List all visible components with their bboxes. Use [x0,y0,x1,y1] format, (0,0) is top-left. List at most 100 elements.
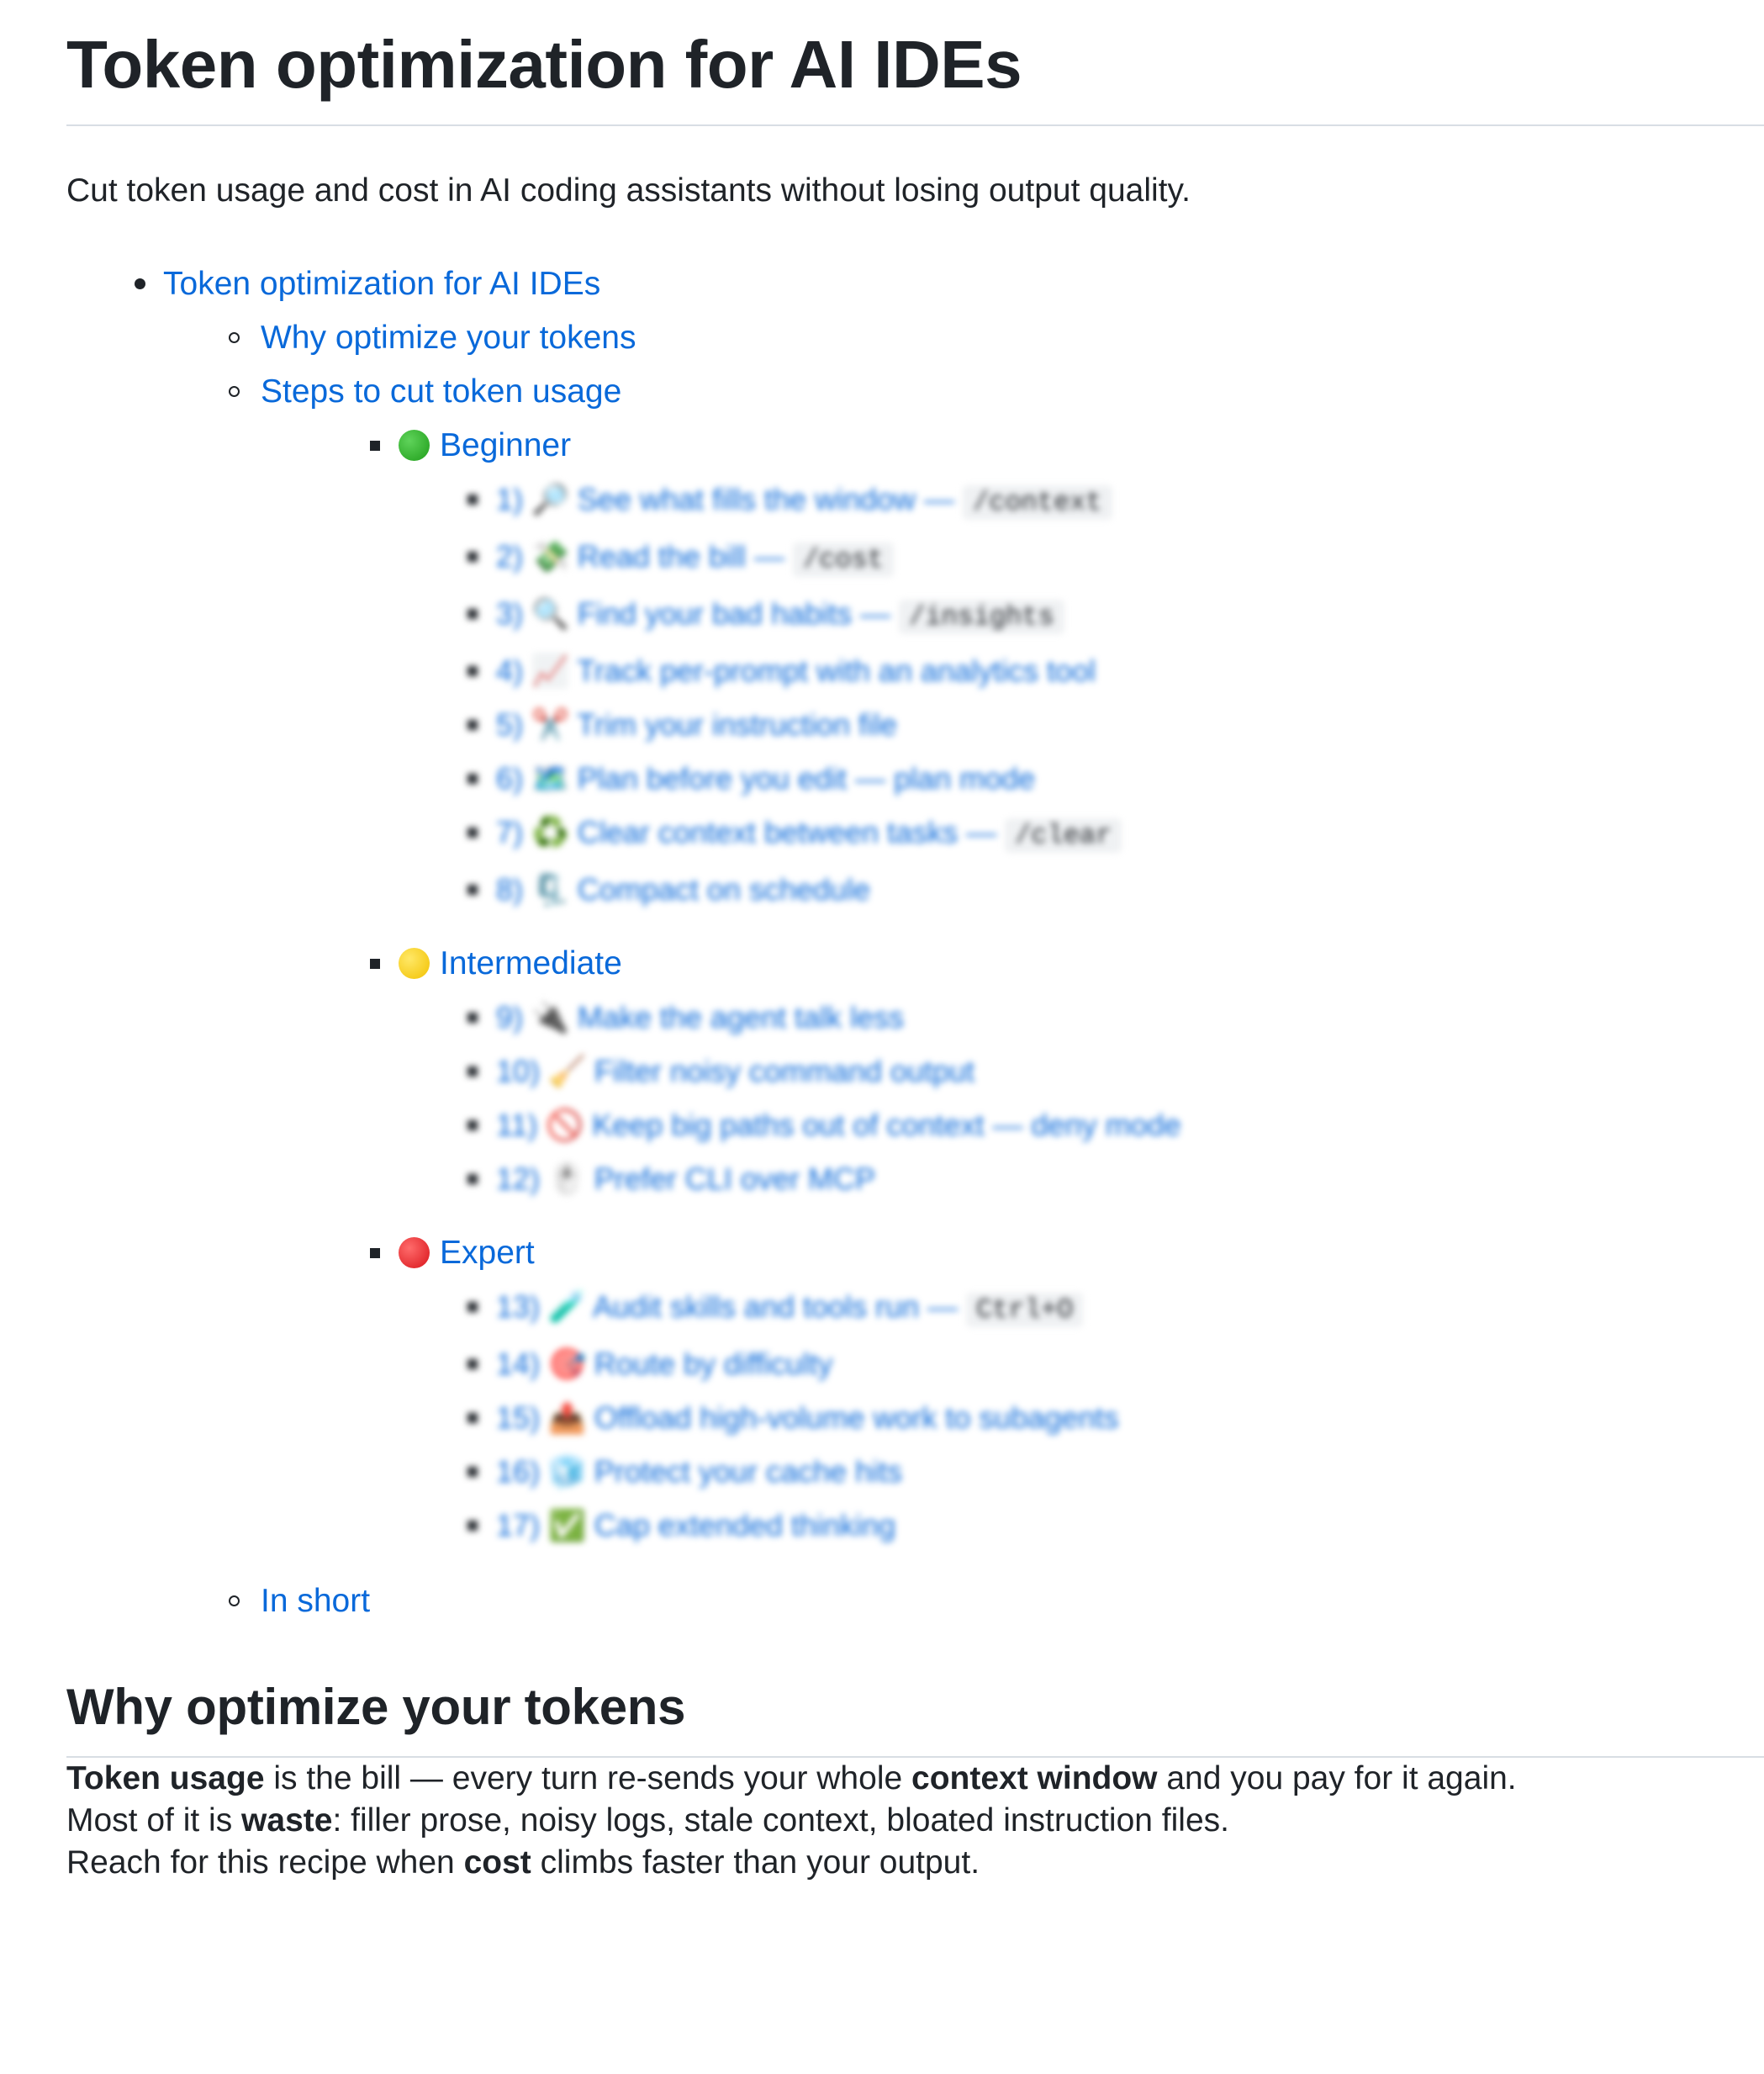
toc-step-item: 16) 🧊 Protect your cache hits [66,1445,1698,1499]
square-bullet [467,1098,484,1152]
red-circle-icon [399,1237,430,1268]
toc-link-beginner[interactable]: Beginner [440,427,571,463]
toc-step-item: 12) 🖱️ Prefer CLI over MCP [66,1152,1698,1206]
toc-step-item: 14) 🎯 Route by difficulty [66,1337,1698,1391]
circle-bullet [229,365,246,419]
toc-item-intermediate: Intermediate [66,937,1698,991]
toc-link-intermediate[interactable]: Intermediate [440,945,622,981]
why-paragraph-3: Reach for this recipe when cost climbs f… [66,1842,1698,1884]
toc-step-item: 17) ✅ Cap extended thinking [66,1499,1698,1553]
square-bullet [370,419,387,473]
square-bullet [467,806,484,860]
green-circle-icon [399,430,430,461]
toc-step-item: 15) 📤 Offload high-volume work to subage… [66,1391,1698,1445]
yellow-circle-icon [399,948,430,979]
why-paragraph-1: Token usage is the bill — every turn re-… [66,1758,1698,1800]
toc-step-link[interactable]: 3) 🔍 Find your bad habits — [496,596,899,631]
toc-step-item: 11) 🚫 Keep big paths out of context — de… [66,1098,1698,1152]
square-bullet [467,1445,484,1499]
table-of-contents: Token optimization for AI IDEs Why optim… [66,257,1698,1628]
square-bullet [467,863,484,917]
toc-step-item: 13) 🧪 Audit skills and tools run — Ctrl+… [66,1280,1698,1337]
square-bullet [467,698,484,752]
text-span: Reach for this recipe when [66,1844,464,1881]
toc-step-link[interactable]: 5) ✂️ Trim your instruction file [496,707,897,742]
toc-step-item: 5) ✂️ Trim your instruction file [66,698,1698,752]
page-title: Token optimization for AI IDEs [66,27,1022,102]
toc-link-why[interactable]: Why optimize your tokens [261,320,636,356]
square-bullet [467,752,484,806]
text-span: is the bill — every turn re-sends your w… [264,1760,912,1796]
circle-bullet [229,1574,246,1628]
command-code: /cost [792,542,894,577]
toc-step-item: 7) ♻️ Clear context between tasks — /cle… [66,806,1698,863]
toc-item-why: Why optimize your tokens [66,311,1698,365]
toc-step-link[interactable]: 6) 🗺️ Plan before you edit — plan mode [496,761,1035,796]
toc-step-item: 1) 🔎 See what fills the window — /contex… [66,473,1698,530]
toc-step-link[interactable]: 11) 🚫 Keep big paths out of context — de… [496,1108,1181,1142]
square-bullet [467,530,484,584]
toc-step-link[interactable]: 10) 🧹 Filter noisy command output [496,1054,974,1088]
square-bullet [467,1045,484,1098]
bold-waste: waste [241,1802,333,1839]
text-span: : filler prose, noisy logs, stale contex… [332,1802,1229,1839]
toc-item-steps: Steps to cut token usage [66,365,1698,419]
toc-step-link[interactable]: 2) 💸 Read the bill — [496,539,793,574]
square-bullet [467,991,484,1045]
square-bullet [370,1226,387,1280]
square-bullet [467,644,484,698]
command-code: /insights [899,600,1064,634]
toc-step-item: 6) 🗺️ Plan before you edit — plan mode [66,752,1698,806]
shortcut-code: Ctrl+O [966,1293,1084,1327]
disc-bullet [135,257,151,311]
why-paragraph-2: Most of it is waste: filler prose, noisy… [66,1800,1698,1842]
text-span: climbs faster than your output. [531,1844,980,1881]
toc-step-item: 2) 💸 Read the bill — /cost [66,530,1698,587]
toc-step-item: 4) 📈 Track per-prompt with an analytics … [66,644,1698,698]
bold-context-window: context window [911,1760,1158,1796]
toc-item-expert: Expert [66,1226,1698,1280]
toc-step-link[interactable]: 16) 🧊 Protect your cache hits [496,1454,902,1489]
toc-item-beginner: Beginner [66,419,1698,473]
spacer [66,1206,1698,1226]
circle-bullet [229,311,246,365]
square-bullet [467,1152,484,1206]
toc-link-root[interactable]: Token optimization for AI IDEs [163,266,600,302]
square-bullet [467,587,484,641]
toc-link-expert[interactable]: Expert [440,1235,535,1271]
toc-step-link[interactable]: 7) ♻️ Clear context between tasks — [496,815,1005,849]
toc-step-link[interactable]: 14) 🎯 Route by difficulty [496,1347,832,1381]
square-bullet [467,1280,484,1334]
bold-cost: cost [463,1844,531,1881]
text-span: and you pay for it again. [1157,1760,1517,1796]
title-divider [66,124,1764,126]
toc-step-link[interactable]: 17) ✅ Cap extended thinking [496,1508,895,1542]
toc-step-link[interactable]: 4) 📈 Track per-prompt with an analytics … [496,653,1096,688]
intro-paragraph: Cut token usage and cost in AI coding as… [66,172,1191,209]
square-bullet [370,937,387,991]
command-code: /context [963,485,1112,520]
toc-step-item: 10) 🧹 Filter noisy command output [66,1045,1698,1098]
toc-step-item: 9) 🔌 Make the agent talk less [66,991,1698,1045]
toc-step-link[interactable]: 9) 🔌 Make the agent talk less [496,1000,904,1034]
toc-step-item: 8) 🗜️ Compact on schedule [66,863,1698,917]
text-span: Most of it is [66,1802,242,1839]
square-bullet [467,473,484,526]
toc-step-link[interactable]: 12) 🖱️ Prefer CLI over MCP [496,1161,875,1196]
square-bullet [467,1391,484,1445]
square-bullet [467,1337,484,1391]
toc-step-link[interactable]: 13) 🧪 Audit skills and tools run — [496,1289,966,1324]
toc-link-in-short[interactable]: In short [261,1583,370,1619]
spacer [66,917,1698,937]
toc-step-link[interactable]: 1) 🔎 See what fills the window — [496,482,963,516]
toc-item-in-short: In short [66,1574,1698,1628]
section-heading-why: Why optimize your tokens [66,1679,686,1735]
toc-item-root: Token optimization for AI IDEs [66,257,1698,311]
command-code: /clear [1005,818,1122,853]
bold-token-usage: Token usage [66,1760,265,1796]
document: Token optimization for AI IDEs Cut token… [0,0,1764,1884]
toc-link-steps[interactable]: Steps to cut token usage [261,373,621,410]
toc-step-link[interactable]: 15) 📤 Offload high-volume work to subage… [496,1400,1119,1435]
toc-step-link[interactable]: 8) 🗜️ Compact on schedule [496,872,870,907]
spacer [66,1553,1698,1574]
